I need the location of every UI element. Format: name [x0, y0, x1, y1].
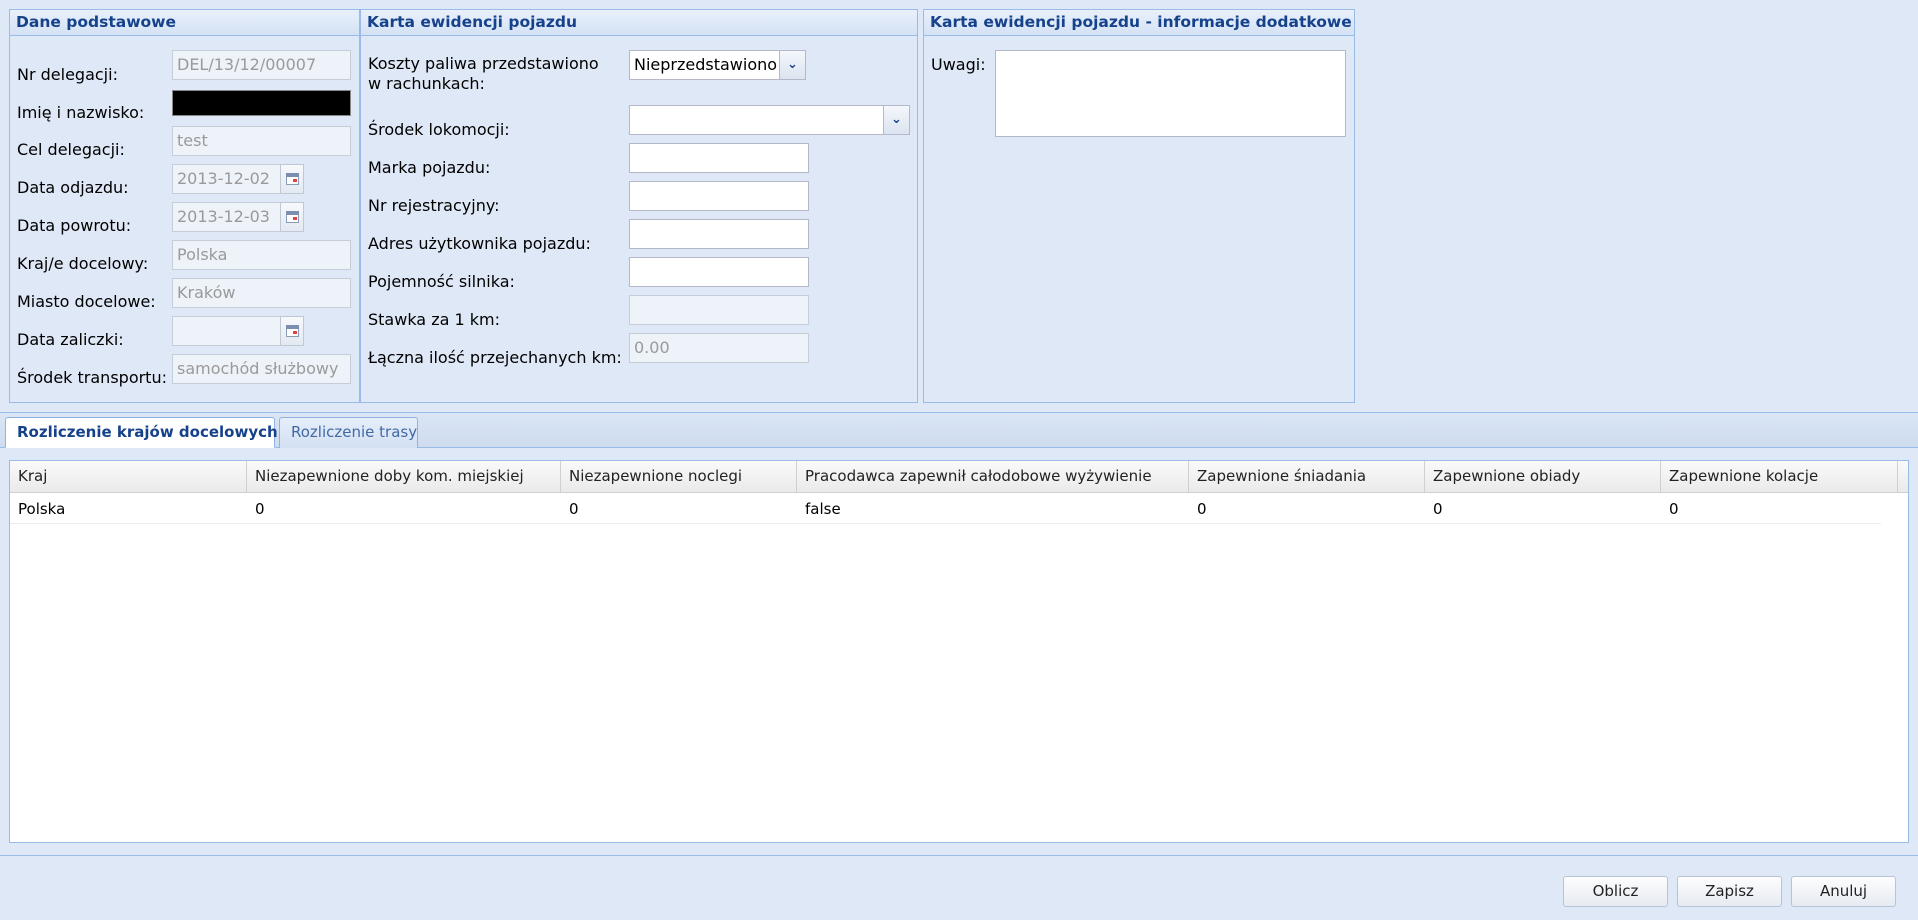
- adres-field[interactable]: [629, 219, 809, 249]
- srodek-transportu-field: samochód służbowy: [172, 354, 351, 384]
- column-header[interactable]: Zapewnione obiady: [1425, 461, 1661, 493]
- koszty-chevron-down-icon[interactable]: ⌄: [780, 50, 806, 80]
- adres-label: Adres użytkownika pojazdu:: [368, 234, 591, 253]
- cell-obiady: 0: [1433, 500, 1443, 518]
- vehicle-extra-panel: Karta ewidencji pojazdu - informacje dod…: [923, 9, 1355, 403]
- data-odjazdu-field: 2013-12-02: [172, 164, 281, 194]
- cell-doby: 0: [255, 500, 265, 518]
- srodek-lokomocji-chevron-down-icon[interactable]: ⌄: [884, 105, 910, 135]
- pojemnosc-label: Pojemność silnika:: [368, 272, 515, 291]
- cel-label: Cel delegacji:: [17, 140, 125, 159]
- srodek-transportu-label: Środek transportu:: [17, 368, 167, 387]
- data-zaliczki-field: [172, 316, 281, 346]
- zapisz-button[interactable]: Zapisz: [1677, 876, 1782, 907]
- laczna-label: Łączna ilość przejechanych km:: [368, 348, 622, 367]
- srodek-lokomocji-label: Środek lokomocji:: [368, 120, 510, 139]
- koszty-label: Koszty paliwa przedstawiono w rachunkach…: [368, 54, 599, 93]
- cell-kraj: Polska: [18, 500, 66, 518]
- nr-delegacji-field: DEL/13/12/00007: [172, 50, 351, 80]
- data-odjazdu-label: Data odjazdu:: [17, 178, 129, 197]
- column-header[interactable]: Zapewnione śniadania: [1189, 461, 1425, 493]
- kraj-label: Kraj/e docelowy:: [17, 254, 149, 273]
- pojemnosc-field[interactable]: [629, 257, 809, 287]
- data-zaliczki-label: Data zaliczki:: [17, 330, 124, 349]
- anuluj-button[interactable]: Anuluj: [1791, 876, 1896, 907]
- column-header[interactable]: Zapewnione kolacje: [1661, 461, 1898, 493]
- column-header[interactable]: Kraj: [10, 461, 247, 493]
- cell-kolacje: 0: [1669, 500, 1679, 518]
- data-powrotu-calendar-icon: [280, 202, 304, 232]
- nr-delegacji-label: Nr delegacji:: [17, 65, 118, 84]
- imie-label: Imię i nazwisko:: [17, 103, 145, 122]
- nr-rejestracyjny-field[interactable]: [629, 181, 809, 211]
- column-header[interactable]: Pracodawca zapewnił całodobowe wyżywieni…: [797, 461, 1189, 493]
- marka-label: Marka pojazdu:: [368, 158, 491, 177]
- vehicle-extra-title: Karta ewidencji pojazdu - informacje dod…: [924, 10, 1354, 36]
- cell-sniadania: 0: [1197, 500, 1207, 518]
- countries-grid: Kraj Niezapewnione doby kom. miejskiej N…: [9, 460, 1909, 843]
- tab-rozliczenie-krajow[interactable]: Rozliczenie krajów docelowych: [5, 417, 278, 448]
- tab-strip: Rozliczenie krajów docelowych Rozliczeni…: [0, 412, 1918, 448]
- data-odjazdu-calendar-icon: [280, 164, 304, 194]
- table-row[interactable]: Polska 0 0 false 0 0 0: [10, 494, 1881, 524]
- tab-body: Kraj Niezapewnione doby kom. miejskiej N…: [0, 448, 1918, 856]
- data-zaliczki-calendar-icon: [280, 316, 304, 346]
- stawka-field: [629, 295, 809, 325]
- vehicle-card-title: Karta ewidencji pojazdu: [361, 10, 917, 36]
- koszty-combo[interactable]: Nieprzedstawiono: [629, 50, 780, 80]
- uwagi-label: Uwagi:: [931, 55, 986, 74]
- marka-field[interactable]: [629, 143, 809, 173]
- kraj-field: Polska: [172, 240, 351, 270]
- cel-field: test: [172, 126, 351, 156]
- miasto-label: Miasto docelowe:: [17, 292, 156, 311]
- data-powrotu-field: 2013-12-03: [172, 202, 281, 232]
- basic-data-title: Dane podstawowe: [10, 10, 359, 36]
- tab-rozliczenie-trasy[interactable]: Rozliczenie trasy: [279, 417, 418, 448]
- column-header[interactable]: Niezapewnione noclegi: [561, 461, 797, 493]
- stawka-label: Stawka za 1 km:: [368, 310, 500, 329]
- column-header[interactable]: Niezapewnione doby kom. miejskiej: [247, 461, 561, 493]
- oblicz-button[interactable]: Oblicz: [1563, 876, 1668, 907]
- miasto-field: Kraków: [172, 278, 351, 308]
- srodek-lokomocji-combo[interactable]: [629, 105, 884, 135]
- nr-rejestracyjny-label: Nr rejestracyjny:: [368, 196, 500, 215]
- laczna-field: 0.00: [629, 333, 809, 363]
- imie-field-redacted: [172, 90, 351, 116]
- uwagi-textarea[interactable]: [995, 50, 1346, 137]
- cell-noclegi: 0: [569, 500, 579, 518]
- basic-data-panel: Dane podstawowe Nr delegacji: DEL/13/12/…: [9, 9, 360, 403]
- cell-wyzywienie: false: [805, 500, 841, 518]
- data-powrotu-label: Data powrotu:: [17, 216, 132, 235]
- vehicle-card-panel: Karta ewidencji pojazdu Koszty paliwa pr…: [360, 9, 918, 403]
- grid-header: Kraj Niezapewnione doby kom. miejskiej N…: [10, 461, 1908, 493]
